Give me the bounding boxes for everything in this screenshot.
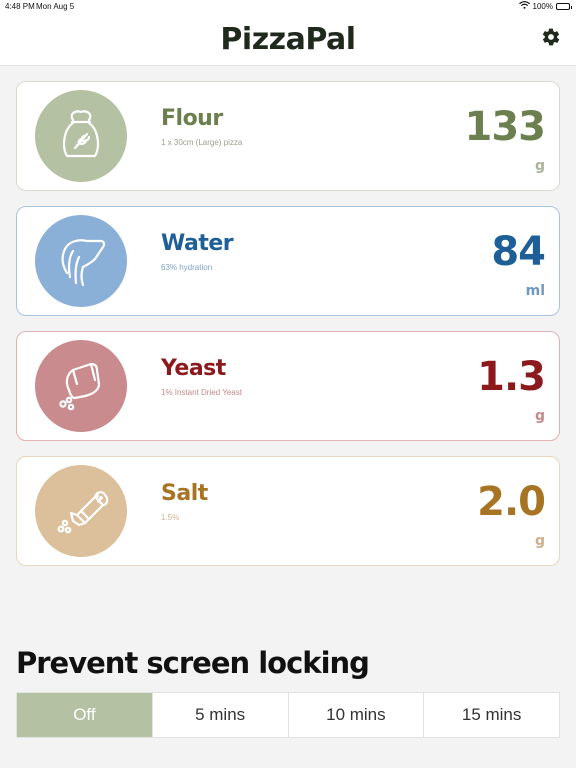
ingredient-subtitle: 63% hydration xyxy=(161,263,213,272)
ingredient-subtitle: 1% Instant Dried Yeast xyxy=(161,388,242,397)
screen-lock-option-off[interactable]: Off xyxy=(17,693,153,737)
water-icon-circle xyxy=(35,215,127,307)
screen-lock-option-10-mins[interactable]: 10 mins xyxy=(289,693,425,737)
salt-card[interactable]: Salt 1.5% 2.0 g xyxy=(16,456,560,566)
app-title: PizzaPal xyxy=(220,22,356,57)
ingredient-name: Water xyxy=(161,231,234,256)
screen-lock-selector: Off 5 mins 10 mins 15 mins xyxy=(16,692,560,738)
screen-lock-heading: Prevent screen locking xyxy=(16,646,370,680)
ingredient-subtitle: 1.5% xyxy=(161,513,180,522)
ingredient-subtitle: 1 x 30cm (Large) pizza xyxy=(161,138,243,147)
status-date: Mon Aug 5 xyxy=(36,2,75,11)
wifi-icon xyxy=(518,1,530,11)
ingredient-name: Yeast xyxy=(161,356,226,381)
ingredient-unit: g xyxy=(534,533,545,549)
ingredient-name: Flour xyxy=(161,106,223,131)
settings-button[interactable] xyxy=(538,26,564,52)
battery-percent: 100% xyxy=(532,1,553,11)
flour-card[interactable]: Flour 1 x 30cm (Large) pizza 133 g xyxy=(16,81,560,191)
yeast-card[interactable]: Yeast 1% Instant Dried Yeast 1.3 g xyxy=(16,331,560,441)
ingredient-amount: 2.0 xyxy=(477,479,546,525)
ingredient-unit: g xyxy=(534,408,545,424)
status-indicators: 100% xyxy=(518,1,572,11)
flour-icon-circle xyxy=(35,90,127,182)
yeast-icon-circle xyxy=(35,340,127,432)
ingredient-name: Salt xyxy=(161,481,208,506)
battery-icon xyxy=(556,2,572,10)
yeast-packet-icon xyxy=(51,354,111,419)
flour-bag-icon xyxy=(51,104,111,169)
status-time: 4:48 PM xyxy=(5,2,35,11)
screen-lock-option-15-mins[interactable]: 15 mins xyxy=(424,693,559,737)
gear-icon xyxy=(541,27,561,52)
ingredient-amount: 84 xyxy=(491,229,546,275)
screen-lock-option-5-mins[interactable]: 5 mins xyxy=(153,693,289,737)
status-bar: 4:48 PM Mon Aug 5 100% xyxy=(0,0,576,14)
app-header: PizzaPal xyxy=(0,14,576,66)
ingredient-unit: g xyxy=(534,158,545,174)
salt-shaker-icon xyxy=(51,479,111,544)
ingredient-unit: ml xyxy=(525,283,545,299)
ingredient-amount: 1.3 xyxy=(477,354,546,400)
ingredient-amount: 133 xyxy=(464,104,546,150)
salt-icon-circle xyxy=(35,465,127,557)
water-card[interactable]: Water 63% hydration 84 ml xyxy=(16,206,560,316)
pouring-jug-icon xyxy=(49,227,113,296)
